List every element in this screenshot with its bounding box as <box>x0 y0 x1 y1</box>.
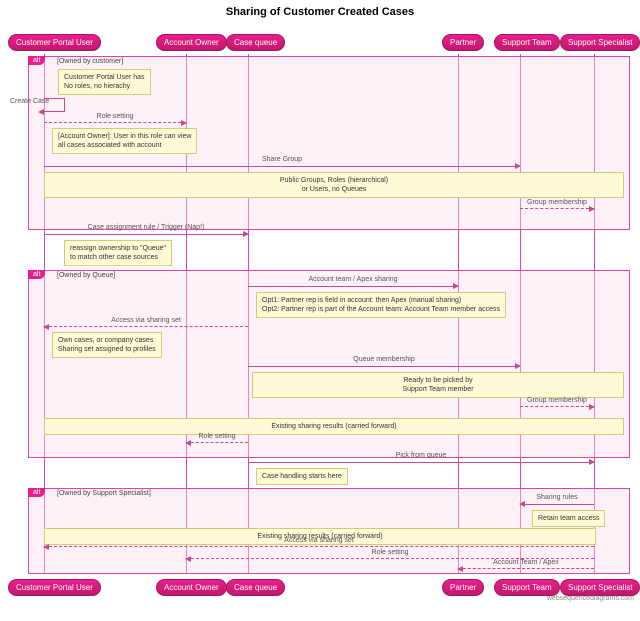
actor-case-queue-bottom: Case queue <box>226 579 285 596</box>
actor-account-owner: Account Owner <box>156 34 227 51</box>
actor-customer-portal-user-bottom: Customer Portal User <box>8 579 101 596</box>
message-case-assignment: Case assignment rule / Trigger (Nap!) <box>44 234 248 235</box>
fragment-label: alt <box>28 488 45 497</box>
message-account-team-apex: Account team / Apex sharing <box>248 286 458 287</box>
actor-support-team: Support Team <box>494 34 560 51</box>
fragment-condition: [Owned by Queue] <box>57 272 115 279</box>
self-message <box>44 98 65 112</box>
note: reassign ownership to "Queue" to match o… <box>64 240 172 266</box>
actor-support-specialist-bottom: Support Specialist <box>560 579 640 596</box>
note: Existing sharing results (carried forwar… <box>44 418 624 435</box>
message-account-team-apex-2: Account Team / Apex <box>458 568 594 570</box>
actor-case-queue: Case queue <box>226 34 285 51</box>
message-pick-from-queue: Pick from queue <box>248 462 594 463</box>
note: Customer Portal User has No roles, no hi… <box>58 69 151 95</box>
fragment-label: alt <box>28 56 45 65</box>
attribution: websequencediagrams.com <box>547 595 634 602</box>
message-access-sharing-set-2: Access via sharing set <box>44 546 594 548</box>
note: [Account Owner]: User in this role can v… <box>52 128 197 154</box>
actor-customer-portal-user: Customer Portal User <box>8 34 101 51</box>
fragment-condition: [Owned by Support Specialist] <box>57 490 151 497</box>
message-role-setting: Role setting <box>44 122 186 124</box>
note: Own cases, or company cases Sharing set … <box>52 332 162 358</box>
note: Opt1: Partner rep is field in account: t… <box>256 292 506 318</box>
fragment-label: alt <box>28 270 45 279</box>
actor-support-specialist: Support Specialist <box>560 34 640 51</box>
note: Case handling starts here <box>256 468 348 485</box>
actor-account-owner-bottom: Account Owner <box>156 579 227 596</box>
message-access-sharing-set: Access via sharing set <box>44 326 248 328</box>
note: Retain team access <box>532 510 605 527</box>
message-queue-membership: Queue membership <box>248 366 520 367</box>
message-group-membership-2: Group membership <box>520 406 594 408</box>
actor-support-team-bottom: Support Team <box>494 579 560 596</box>
fragment-condition: [Owned by customer] <box>57 58 123 65</box>
sequence-canvas: Customer Portal User Account Owner Case … <box>0 24 640 604</box>
message-sharing-rules: Sharing rules <box>520 504 594 505</box>
message-share-group: Share Group <box>44 166 520 167</box>
actor-partner: Partner <box>442 34 484 51</box>
note: Ready to be picked by Support Team membe… <box>252 372 624 398</box>
message-role-setting-2: Role setting <box>186 442 248 444</box>
diagram-title: Sharing of Customer Created Cases <box>0 0 640 24</box>
message-group-membership: Group membership <box>520 208 594 210</box>
note: Public Groups, Roles (hierarchical) or U… <box>44 172 624 198</box>
actor-partner-bottom: Partner <box>442 579 484 596</box>
